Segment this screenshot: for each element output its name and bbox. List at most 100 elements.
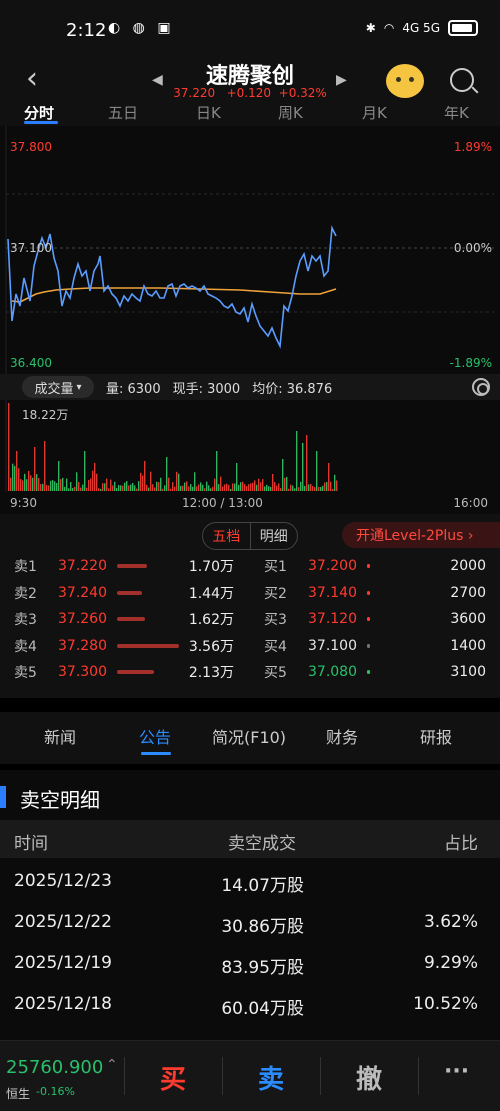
ask-row[interactable]: 卖1 37.220 1.70万 (14, 553, 244, 579)
volume-bar (230, 488, 232, 491)
volume-bar (154, 487, 156, 491)
volume-bar (184, 482, 186, 491)
volume-bar (264, 486, 266, 491)
volume-bar (198, 484, 200, 491)
ask-price: 37.300 (58, 664, 107, 680)
volume-bar (136, 488, 138, 491)
back-icon[interactable]: ‹ (18, 64, 46, 98)
order-book: 五档 明细 开通Level-2Plus › 卖1 37.220 1.70万 卖2 37.… (0, 514, 500, 698)
volume-bar (142, 475, 144, 491)
news-tab-underline (141, 752, 171, 755)
volume-bar (274, 482, 276, 491)
volume-bar (182, 485, 184, 491)
divider (124, 1057, 125, 1095)
row-date: 2025/12/23 (14, 871, 112, 891)
table-row[interactable]: 2025/12/18 60.04万股 10.52% (0, 985, 500, 1025)
bid-row[interactable]: 买3 37.120 3600 (264, 606, 486, 632)
volume-bar (196, 486, 198, 491)
row-ratio: 3.62% (423, 912, 478, 932)
table-row[interactable]: 2025/12/23 14.07万股 (0, 862, 500, 902)
bid-row[interactable]: 买2 37.140 2700 (264, 580, 486, 606)
volume-chart[interactable]: 18.22万 (0, 400, 500, 492)
volume-bar (280, 488, 282, 491)
buy-button[interactable]: 买 (160, 1059, 186, 1096)
bid-row[interactable]: 买1 37.200 2000 (264, 553, 486, 579)
volume-bar (266, 484, 268, 491)
tab-news[interactable]: 新闻 (44, 724, 76, 748)
tab-profile-f10[interactable]: 简况(F10) (212, 724, 286, 748)
volume-bar (278, 483, 280, 491)
volume-bar (188, 486, 190, 491)
row-volume: 83.95万股 (221, 958, 304, 978)
volume-bar (210, 488, 212, 491)
header-volume: 卖空成交 (228, 834, 296, 854)
bid-depth-bar (367, 617, 370, 621)
more-icon[interactable]: ··· (444, 1059, 469, 1084)
ask-row[interactable]: 卖3 37.260 1.62万 (14, 606, 244, 632)
volume-bar (118, 485, 120, 491)
ask-row[interactable]: 卖4 37.280 3.56万 (14, 633, 244, 659)
volume-bar (270, 486, 272, 491)
ask-price: 37.260 (58, 611, 107, 627)
table-row[interactable]: 2025/12/19 83.95万股 9.29% (0, 944, 500, 984)
tab-yearly-k[interactable]: 年K (444, 106, 469, 123)
tab-monthly-k[interactable]: 月K (362, 106, 387, 123)
ask-quantity: 1.62万 (188, 612, 234, 628)
time-middle: 12:00 / 13:00 (182, 496, 263, 510)
row-ratio: 10.52% (413, 994, 478, 1014)
ask-quantity: 2.13万 (188, 665, 234, 681)
volume-bar (172, 482, 174, 491)
mascot-icon[interactable] (386, 64, 424, 98)
cancel-order-button[interactable]: 撤 (356, 1059, 382, 1096)
tab-financials[interactable]: 财务 (326, 724, 358, 748)
volume-bar (178, 473, 180, 491)
tab-details[interactable]: 明细 (251, 523, 298, 549)
tab-five-day[interactable]: 五日 (108, 106, 138, 123)
bid-row[interactable]: 买5 37.080 3100 (264, 659, 486, 685)
row-date: 2025/12/19 (14, 953, 112, 973)
next-stock-icon[interactable]: ▶ (336, 72, 347, 88)
volume-bar (122, 485, 124, 491)
bid-row[interactable]: 买4 37.100 1400 (264, 633, 486, 659)
volume-bar (244, 484, 246, 491)
volume-bar (256, 484, 258, 491)
settings-icon[interactable] (472, 378, 490, 396)
row-volume: 60.04万股 (221, 999, 304, 1019)
bid-label: 买1 (264, 559, 287, 575)
volume-bar (148, 487, 150, 491)
stock-change: +0.120 (226, 86, 272, 100)
volume-bar (242, 481, 244, 491)
volume-bar (84, 451, 86, 491)
volume-bar (216, 451, 218, 491)
tab-daily-k[interactable]: 日K (196, 106, 221, 123)
intraday-chart[interactable]: 37.800 37.100 36.400 1.89% 0.00% -1.89% (0, 126, 500, 374)
ask-row[interactable]: 卖5 37.300 2.13万 (14, 659, 244, 685)
volume-bar (150, 471, 152, 491)
ask-depth-bar (117, 643, 179, 648)
indicator-select[interactable]: 成交量 ▾ (22, 376, 94, 398)
expand-up-icon[interactable]: ⌃ (106, 1057, 118, 1073)
intraday-chart-svg (5, 126, 494, 374)
volume-bar (164, 485, 166, 491)
volume-bar (194, 472, 196, 491)
ask-row[interactable]: 卖2 37.240 1.44万 (14, 580, 244, 606)
tab-research[interactable]: 研报 (420, 724, 452, 748)
volume-bar (90, 478, 92, 491)
tab-announcements[interactable]: 公告 (139, 724, 171, 748)
tab-weekly-k[interactable]: 周K (278, 106, 303, 123)
level2-upgrade-button[interactable]: 开通Level-2Plus › (342, 522, 500, 548)
ask-depth-bar (117, 670, 154, 674)
volume-bar (236, 463, 238, 491)
bid-label: 买5 (264, 665, 287, 681)
divider (222, 1057, 223, 1095)
indicator-select-label: 成交量 (34, 381, 74, 397)
volume-bar (186, 481, 188, 491)
tab-five-levels[interactable]: 五档 (203, 523, 251, 549)
volume-bar (204, 488, 206, 491)
volume-bar (304, 485, 306, 491)
search-icon[interactable] (450, 68, 474, 92)
sell-button[interactable]: 卖 (258, 1059, 284, 1096)
volume-bar (30, 475, 32, 491)
table-row[interactable]: 2025/12/22 30.86万股 3.62% (0, 903, 500, 943)
volume-bar (180, 485, 182, 491)
